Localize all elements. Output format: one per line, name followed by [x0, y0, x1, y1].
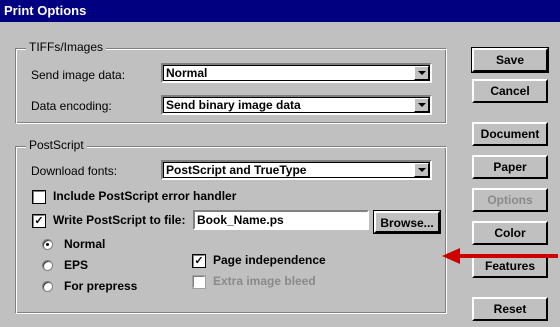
window-title: Print Options [4, 3, 87, 18]
eps-radio[interactable] [42, 260, 53, 271]
postscript-group-label: PostScript [26, 138, 87, 152]
chevron-down-icon[interactable] [414, 98, 429, 112]
extra-bleed-label: Extra image bleed [213, 274, 316, 288]
cancel-button[interactable]: Cancel [472, 79, 548, 103]
data-encoding-label: Data encoding: [31, 99, 112, 113]
error-handler-checkbox[interactable] [32, 190, 46, 204]
prepress-radio-label: For prepress [64, 279, 138, 293]
eps-radio-label: EPS [64, 258, 89, 272]
error-handler-label: Include PostScript error handler [53, 189, 237, 203]
page-independence-label: Page independence [213, 253, 326, 267]
options-button: Options [472, 188, 548, 212]
tiffs-group-label: TIFFs/Images [26, 40, 107, 54]
write-to-file-label: Write PostScript to file: [53, 213, 186, 227]
send-image-data-select[interactable]: Normal [161, 63, 432, 83]
data-encoding-value: Send binary image data [166, 98, 301, 112]
normal-radio-label: Normal [64, 237, 106, 251]
file-name-input[interactable]: Book_Name.ps [193, 210, 369, 230]
prepress-radio[interactable] [42, 281, 53, 292]
document-button[interactable]: Document [472, 122, 548, 146]
file-name-value: Book_Name.ps [197, 213, 284, 227]
chevron-down-icon[interactable] [414, 66, 429, 80]
print-options-dialog: Print Options TIFFs/Images Send image da… [0, 0, 560, 327]
download-fonts-value: PostScript and TrueType [166, 163, 307, 177]
color-button[interactable]: Color [472, 221, 548, 245]
title-bar: Print Options [0, 0, 560, 22]
normal-radio[interactable] [42, 239, 53, 250]
send-image-data-label: Send image data: [31, 68, 126, 82]
page-independence-checkbox[interactable]: ✓ [192, 254, 206, 268]
extra-bleed-checkbox [192, 275, 206, 289]
browse-button[interactable]: Browse... [373, 210, 441, 234]
download-fonts-label: Download fonts: [31, 164, 118, 178]
chevron-down-icon[interactable] [414, 163, 429, 177]
paper-button[interactable]: Paper [472, 155, 548, 179]
red-arrow-icon [442, 248, 558, 264]
send-image-data-value: Normal [166, 66, 208, 80]
save-button[interactable]: Save [471, 47, 549, 73]
data-encoding-select[interactable]: Send binary image data [161, 95, 432, 115]
reset-button[interactable]: Reset [472, 297, 548, 321]
write-to-file-checkbox[interactable]: ✓ [32, 214, 46, 228]
download-fonts-select[interactable]: PostScript and TrueType [161, 160, 432, 180]
